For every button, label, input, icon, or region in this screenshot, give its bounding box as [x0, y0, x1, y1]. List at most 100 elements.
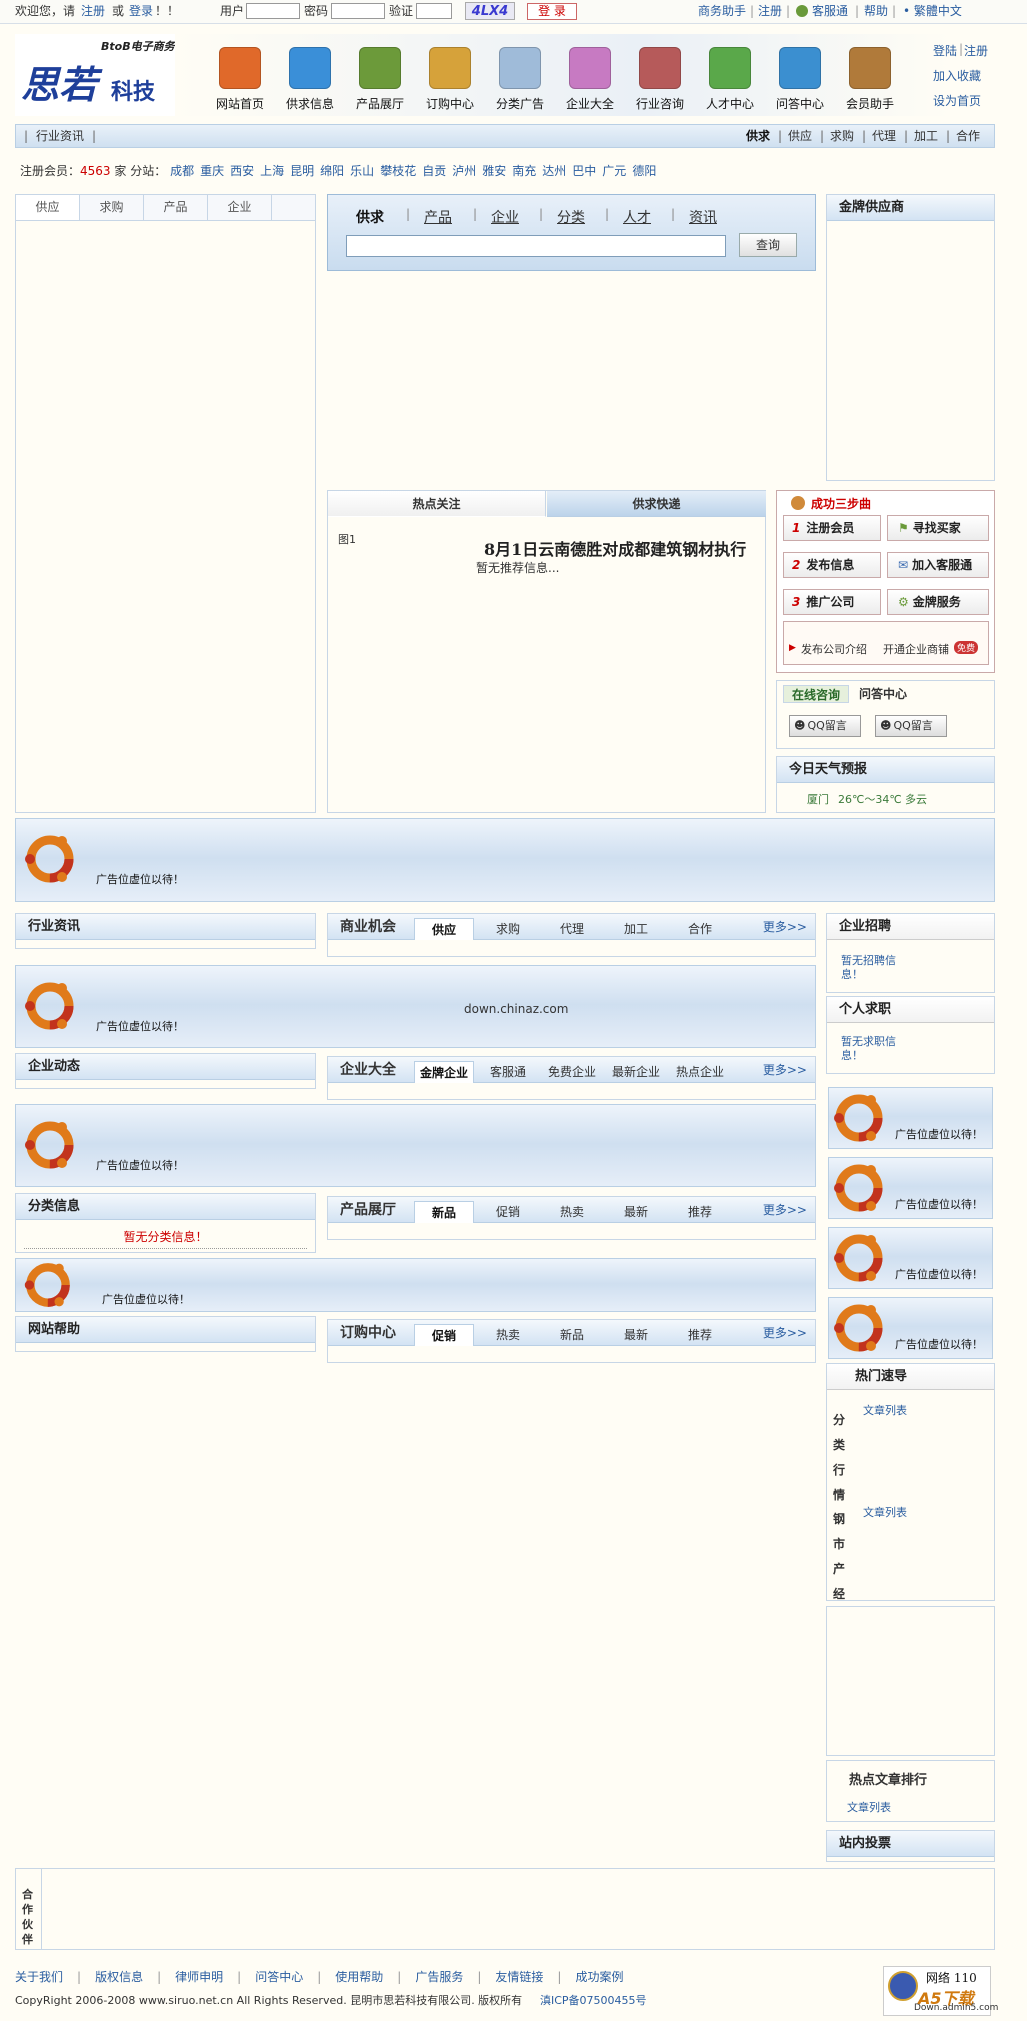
city-link[interactable]: 泸州 [452, 164, 476, 178]
footer-link[interactable]: 问答中心 [255, 1970, 303, 1984]
nav-supply[interactable]: 供求信息 [275, 47, 345, 112]
subnav-agent[interactable]: 代理 [872, 125, 896, 147]
publish-intro-link[interactable]: 发布公司介绍 [801, 641, 867, 657]
biz-tab-purchase[interactable]: 求购 [478, 918, 538, 940]
city-link[interactable]: 达州 [542, 164, 566, 178]
prod-tab-hot[interactable]: 热卖 [542, 1201, 602, 1223]
nav-member[interactable]: 会员助手 [835, 47, 905, 112]
join-service-button[interactable]: ✉ 加入客服通 [887, 552, 989, 578]
city-link[interactable]: 攀枝花 [380, 164, 416, 178]
subnav-cooperate[interactable]: 合作 [956, 125, 980, 147]
city-link[interactable]: 成都 [170, 164, 194, 178]
set-homepage-link[interactable]: 设为首页 [933, 92, 981, 109]
prod-tab-latest[interactable]: 最新 [606, 1201, 666, 1223]
search-button[interactable]: 查询 [739, 233, 797, 257]
search-input[interactable] [346, 235, 726, 257]
tab-online-consult[interactable]: 在线咨询 [783, 685, 849, 703]
hot-nav-list-2[interactable]: 文章列表 [863, 1504, 907, 1520]
subnav-supply-demand[interactable]: 供求 [746, 125, 770, 147]
nav-industry[interactable]: 行业咨询 [625, 47, 695, 112]
biz-tab-process[interactable]: 加工 [606, 918, 666, 940]
open-shop-link[interactable]: 开通企业商铺 [883, 641, 949, 657]
find-buyer-button[interactable]: ⚑ 寻找买家 [887, 515, 989, 541]
ent-more-link[interactable]: 更多>> [763, 1057, 807, 1083]
city-link[interactable]: 重庆 [200, 164, 224, 178]
add-favorite-link[interactable]: 加入收藏 [933, 67, 981, 84]
prod-tab-new[interactable]: 新品 [414, 1201, 474, 1223]
prod-tab-promo[interactable]: 促销 [478, 1201, 538, 1223]
footer-link[interactable]: 律师申明 [175, 1970, 223, 1984]
left-tab-enterprise[interactable]: 企业 [208, 195, 272, 220]
ad-banner-top[interactable]: 广告位虚位以待！ [15, 818, 995, 902]
city-link[interactable]: 巴中 [572, 164, 596, 178]
order-more-link[interactable]: 更多>> [763, 1320, 807, 1346]
hot-nav-list-1[interactable]: 文章列表 [863, 1402, 907, 1418]
ad-banner-4[interactable]: 广告位虚位以待！ [15, 1258, 816, 1312]
login-link[interactable]: 登录 [129, 0, 153, 22]
verify-input[interactable] [416, 3, 452, 19]
nav-order[interactable]: 订购中心 [415, 47, 485, 112]
footer-link[interactable]: 广告服务 [415, 1970, 463, 1984]
qq-message-button-2[interactable]: ☻ QQ留言 [875, 715, 947, 737]
city-link[interactable]: 广元 [602, 164, 626, 178]
header-login-link[interactable]: 登陆 [933, 42, 957, 59]
ad-banner-2[interactable]: 广告位虚位以待！ down.chinaz.com [15, 965, 816, 1048]
top-link-traditional[interactable]: • 繁體中文 [903, 0, 962, 22]
city-link[interactable]: 上海 [260, 164, 284, 178]
order-tab-recommend[interactable]: 推荐 [670, 1324, 730, 1346]
user-input[interactable] [246, 3, 300, 19]
hot-image[interactable]: 图1 [338, 531, 356, 547]
city-link[interactable]: 绵阳 [320, 164, 344, 178]
footer-icp-link[interactable]: 滇ICP备07500455号 [540, 1992, 647, 2008]
city-link[interactable]: 自贡 [422, 164, 446, 178]
city-link[interactable]: 乐山 [350, 164, 374, 178]
city-link[interactable]: 西安 [230, 164, 254, 178]
footer-link[interactable]: 使用帮助 [335, 1970, 383, 1984]
search-tab-enterprise[interactable]: 企业 [491, 207, 519, 227]
side-ad-1[interactable]: 广告位虚位以待！ [828, 1087, 993, 1149]
tab-supply-express[interactable]: 供求快递 [547, 491, 766, 517]
subnav-industry-news[interactable]: 行业资讯 [36, 125, 84, 147]
left-tab-purchase[interactable]: 求购 [80, 195, 144, 220]
nav-products[interactable]: 产品展厅 [345, 47, 415, 112]
step-promote-button[interactable]: 3 推广公司 [783, 589, 881, 615]
top-link-register[interactable]: 注册 [758, 0, 782, 22]
subnav-supply[interactable]: 供应 [788, 125, 812, 147]
city-link[interactable]: 德阳 [632, 164, 656, 178]
side-ad-3[interactable]: 广告位虚位以待！ [828, 1227, 993, 1289]
ent-tab-service[interactable]: 客服通 [478, 1061, 538, 1083]
city-link[interactable]: 昆明 [290, 164, 314, 178]
subnav-purchase[interactable]: 求购 [830, 125, 854, 147]
nav-enterprise[interactable]: 企业大全 [555, 47, 625, 112]
login-button[interactable]: 登 录 [527, 3, 577, 20]
header-register-link[interactable]: 注册 [964, 42, 988, 59]
biz-tab-agent[interactable]: 代理 [542, 918, 602, 940]
register-link[interactable]: 注册 [81, 0, 105, 22]
step-publish-button[interactable]: 2 发布信息 [783, 552, 881, 578]
search-tab-product[interactable]: 产品 [424, 207, 452, 227]
tab-hot-focus[interactable]: 热点关注 [328, 491, 546, 517]
nav-classified[interactable]: 分类广告 [485, 47, 555, 112]
left-tab-supply[interactable]: 供应 [16, 195, 80, 220]
city-link[interactable]: 南充 [512, 164, 536, 178]
footer-link[interactable]: 成功案例 [575, 1970, 623, 1984]
ent-tab-gold[interactable]: 金牌企业 [414, 1061, 474, 1083]
search-tab-news[interactable]: 资讯 [689, 207, 717, 227]
police-badge[interactable]: 网络 110 A5下载 Down.admin5.com [883, 1966, 998, 2016]
ent-tab-latest[interactable]: 最新企业 [606, 1061, 666, 1083]
order-tab-promo[interactable]: 促销 [414, 1324, 474, 1346]
ad-banner-3[interactable]: 广告位虚位以待！ [15, 1104, 816, 1187]
nav-talent[interactable]: 人才中心 [695, 47, 765, 112]
nav-qa[interactable]: 问答中心 [765, 47, 835, 112]
gold-service-button[interactable]: ⚙ 金牌服务 [887, 589, 989, 615]
footer-link[interactable]: 友情链接 [495, 1970, 543, 1984]
biz-tab-supply[interactable]: 供应 [414, 918, 474, 940]
hot-headline[interactable]: 8月1日云南德胜对成都建筑钢材执行 [484, 536, 746, 560]
left-tab-product[interactable]: 产品 [144, 195, 208, 220]
ent-tab-hot[interactable]: 热点企业 [670, 1061, 730, 1083]
search-tab-talent[interactable]: 人才 [623, 207, 651, 227]
ent-tab-free[interactable]: 免费企业 [542, 1061, 602, 1083]
biz-more-link[interactable]: 更多>> [763, 914, 807, 940]
qq-message-button-1[interactable]: ☻ QQ留言 [789, 715, 861, 737]
step-register-button[interactable]: 1 注册会员 [783, 515, 881, 541]
